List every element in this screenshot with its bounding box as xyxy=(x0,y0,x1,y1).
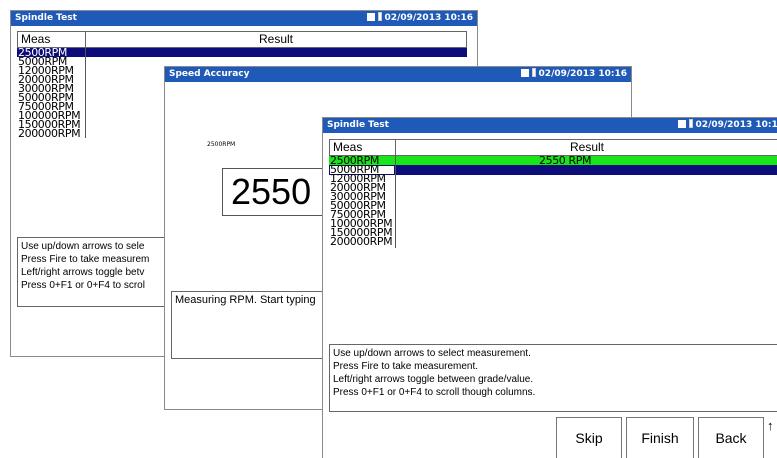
datetime: 02/09/2013 10:16 xyxy=(695,120,777,130)
column-divider xyxy=(395,156,396,248)
titlebar: Spindle Test 02/09/2013 10:16 xyxy=(323,118,777,133)
scroll-up-arrow-icon[interactable]: ↑ xyxy=(767,418,774,433)
save-icon xyxy=(520,69,529,77)
window-title: Spindle Test xyxy=(15,13,77,23)
measurement-list[interactable]: 2500RPM 5000RPM 12000RPM 20000RPM 30000R… xyxy=(18,47,81,139)
battery-icon xyxy=(531,68,536,77)
window-title: Speed Accuracy xyxy=(169,69,250,79)
table-header: Meas Result xyxy=(17,31,467,48)
col-meas-header: Meas xyxy=(18,32,86,47)
col-result-header: Result xyxy=(258,32,293,46)
col-meas-header: Meas xyxy=(330,140,396,155)
speed-label: 2500RPM xyxy=(207,141,236,148)
help-text-box: Use up/down arrows to select measurement… xyxy=(329,344,777,412)
selected-result-value: 2550 RPM xyxy=(539,154,592,167)
titlebar: Spindle Test 02/09/2013 10:16 xyxy=(11,11,477,26)
back-button[interactable]: Back xyxy=(698,417,764,458)
save-icon xyxy=(677,120,686,128)
datetime: 02/09/2013 10:16 xyxy=(384,13,473,23)
list-item[interactable]: 200000RPM xyxy=(330,236,393,247)
status-box: Measuring RPM. Start typing xyxy=(171,291,331,359)
titlebar: Speed Accuracy 02/09/2013 10:16 xyxy=(165,67,631,82)
col-result-header: Result xyxy=(569,140,604,154)
spindle-test-window-front: Spindle Test 02/09/2013 10:16 Meas Resul… xyxy=(322,117,777,458)
battery-icon xyxy=(688,119,693,128)
datetime: 02/09/2013 10:16 xyxy=(538,69,627,79)
save-icon xyxy=(366,13,375,21)
skip-button[interactable]: Skip xyxy=(556,417,622,458)
next-row-highlight xyxy=(395,165,777,175)
rpm-reading-value: 2550 xyxy=(231,171,312,212)
window-title: Spindle Test xyxy=(327,120,389,130)
status-text: Measuring RPM. Start typing xyxy=(175,294,316,306)
battery-icon xyxy=(377,12,382,21)
list-item[interactable]: 200000RPM xyxy=(18,128,81,139)
column-divider xyxy=(85,48,86,138)
finish-button[interactable]: Finish xyxy=(626,417,694,458)
measurement-list[interactable]: 2500RPM 5000RPM 12000RPM 20000RPM 30000R… xyxy=(330,155,393,247)
